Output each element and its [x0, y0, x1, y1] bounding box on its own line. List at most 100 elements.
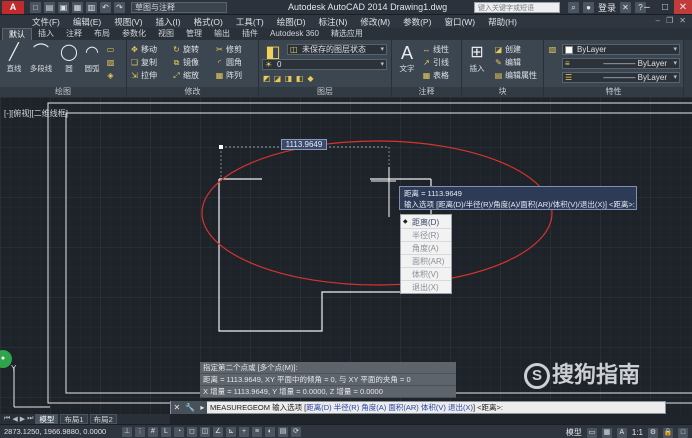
layer-dropdown[interactable]: ☀ 0 ▾ [262, 59, 387, 70]
cmd-option-area[interactable]: 面积(AR) [388, 403, 418, 412]
match-properties-icon[interactable]: ▧ [548, 44, 557, 55]
menu-dimension[interactable]: 标注(N) [319, 16, 348, 28]
option-exit[interactable]: 退出(X) [401, 281, 451, 294]
leader-button[interactable]: ↗ 引线 [422, 57, 449, 68]
lock-icon[interactable]: 🔒 [663, 427, 673, 438]
quick-view-icon[interactable]: ▦ [601, 427, 612, 438]
option-volume[interactable]: 体积(V) [401, 268, 451, 281]
search-icon[interactable]: ⌕ [568, 2, 579, 13]
region-icon[interactable]: ◈ [106, 70, 115, 81]
linetype-dropdown[interactable]: ≡ ———— ByLayer ▾ [562, 58, 680, 69]
dynamic-input-icon[interactable]: + [239, 426, 249, 437]
layers-panel-label[interactable]: 图层 [259, 87, 391, 97]
text-button[interactable]: A 文字 [395, 43, 419, 74]
layout-tab-layout1[interactable]: 布局1 [60, 414, 88, 424]
infer-constraints-icon[interactable]: ⊥ [122, 426, 132, 437]
menu-view[interactable]: 视图(V) [114, 16, 142, 28]
layer-tools-icons[interactable]: ◩ ◪ ◨ ◧ ◆ [262, 73, 315, 84]
search-input[interactable]: 键入关键字或短语 [474, 2, 560, 13]
ducs-icon[interactable]: ⊾ [226, 426, 236, 437]
annotation-scale[interactable]: 1:1 [632, 428, 643, 437]
draw-panel-label[interactable]: 绘图 [0, 87, 126, 97]
create-block-button[interactable]: ◪ 创建 [494, 44, 521, 55]
linear-dim-button[interactable]: ↔ 线性 [422, 44, 450, 55]
coordinates-readout[interactable]: 2873.1250, 1966.9880, 0.0000 [0, 427, 118, 436]
last-tab-icon[interactable]: ⏭ [27, 415, 33, 423]
command-chevron-icon[interactable]: ▸ [200, 403, 204, 412]
ribbon-scroll[interactable] [684, 40, 692, 97]
cmd-option-exit[interactable]: 退出(X) [448, 403, 473, 412]
snap-icon[interactable]: ⋮ [135, 426, 145, 437]
close-icon[interactable]: ✕ [174, 403, 181, 412]
polyline-button[interactable]: ⌒ 多段线 [27, 43, 55, 74]
array-button[interactable]: ▦ 阵列 [215, 70, 242, 81]
arc-button[interactable]: ◠ 圆弧 [80, 43, 104, 74]
save-as-icon[interactable]: ▦ [72, 1, 83, 13]
trim-button[interactable]: ✂ 修剪 [215, 44, 242, 55]
option-radius[interactable]: 半径(R) [401, 229, 451, 242]
scale-button[interactable]: ⤢ 缩放 [172, 70, 199, 81]
user-icon[interactable]: ● [583, 2, 594, 13]
tab-parametric[interactable]: 参数化 [116, 28, 152, 40]
doc-restore-icon[interactable]: ❐ [666, 16, 673, 25]
cmd-option-distance[interactable]: 距离(D) [306, 403, 331, 412]
tab-insert[interactable]: 插入 [32, 28, 60, 40]
tab-plugins[interactable]: 插件 [236, 28, 264, 40]
edit-block-button[interactable]: ✎ 编辑 [494, 57, 521, 68]
mirror-button[interactable]: ⧉ 镜像 [172, 57, 199, 68]
layout-icon[interactable]: ▭ [586, 427, 597, 438]
command-line[interactable]: ✕ 🔧 ▸ MEASUREGEOM 输入选项 [距离(D) 半径(R) 角度(A… [170, 401, 666, 414]
menu-help[interactable]: 帮助(H) [488, 16, 517, 28]
doc-close-icon[interactable]: ✕ [679, 16, 686, 25]
tab-layout[interactable]: 布局 [88, 28, 116, 40]
tab-manage[interactable]: 管理 [180, 28, 208, 40]
workspace-switch-icon[interactable]: ⚙ [648, 427, 658, 438]
print-icon[interactable]: ▥ [86, 1, 97, 13]
autocad-logo-icon[interactable]: A [2, 0, 24, 14]
copy-button[interactable]: ❏ 复制 [130, 57, 157, 68]
line-button[interactable]: ╱ 直线 [2, 43, 26, 74]
exchange-icon[interactable]: ✕ [620, 2, 632, 13]
menu-format[interactable]: 格式(O) [194, 16, 223, 28]
save-icon[interactable]: ▣ [58, 1, 69, 13]
tab-featured-apps[interactable]: 精选应用 [325, 28, 369, 40]
stretch-button[interactable]: ⇲ 拉伸 [130, 70, 157, 81]
option-area[interactable]: 面积(AR) [401, 255, 451, 268]
menu-modify[interactable]: 修改(M) [360, 16, 390, 28]
redo-icon[interactable]: ↷ [114, 1, 125, 13]
rotate-button[interactable]: ↻ 旋转 [172, 44, 199, 55]
minimize-icon[interactable]: – [638, 0, 656, 14]
prev-tab-icon[interactable]: ◀ [12, 415, 17, 423]
hatch-icon[interactable]: ▨ [106, 57, 115, 68]
doc-minimize-icon[interactable]: – [656, 16, 660, 25]
open-icon[interactable]: ▤ [44, 1, 55, 13]
annotation-scale-icon[interactable]: A [616, 427, 627, 438]
tab-annotate[interactable]: 注释 [60, 28, 88, 40]
drawing-viewport[interactable]: [-][俯视][二维线框] 1113.9649 距离 = 1113.9649 输… [0, 97, 692, 414]
wrench-icon[interactable]: 🔧 [185, 403, 195, 412]
quick-properties-icon[interactable]: ▤ [278, 426, 288, 437]
tab-autodesk-360[interactable]: Autodesk 360 [264, 28, 325, 40]
lineweight-toggle-icon[interactable]: ≡ [252, 426, 262, 437]
menu-edit[interactable]: 编辑(E) [73, 16, 101, 28]
new-icon[interactable]: □ [30, 1, 41, 13]
rectangle-icon[interactable]: ▭ [106, 44, 115, 55]
layout-tab-layout2[interactable]: 布局2 [89, 414, 117, 424]
workspace-dropdown[interactable]: 草图与注释 [131, 1, 227, 13]
ortho-icon[interactable]: L [161, 426, 171, 437]
transparency-icon[interactable]: ◐ [265, 426, 275, 437]
grid-icon[interactable]: # [148, 426, 158, 437]
menu-draw[interactable]: 绘图(D) [277, 16, 306, 28]
model-space-toggle[interactable]: 模型 [566, 427, 582, 438]
tab-default[interactable]: 默认 [2, 28, 32, 40]
selection-cycling-icon[interactable]: ⟳ [291, 426, 301, 437]
osnap-icon[interactable]: ◻ [187, 426, 197, 437]
cmd-option-radius[interactable]: 半径(R) [334, 403, 359, 412]
undo-icon[interactable]: ↶ [100, 1, 111, 13]
first-tab-icon[interactable]: ⏮ [4, 415, 10, 423]
block-panel-label[interactable]: 块 [462, 87, 543, 97]
command-input[interactable]: MEASUREGEOM 输入选项 [距离(D) 半径(R) 角度(A) 面积(A… [207, 402, 503, 413]
circle-button[interactable]: ◯ 圆 [57, 43, 81, 74]
properties-panel-label[interactable]: 特性 [544, 87, 683, 97]
annotation-panel-label[interactable]: 注释 [392, 87, 461, 97]
